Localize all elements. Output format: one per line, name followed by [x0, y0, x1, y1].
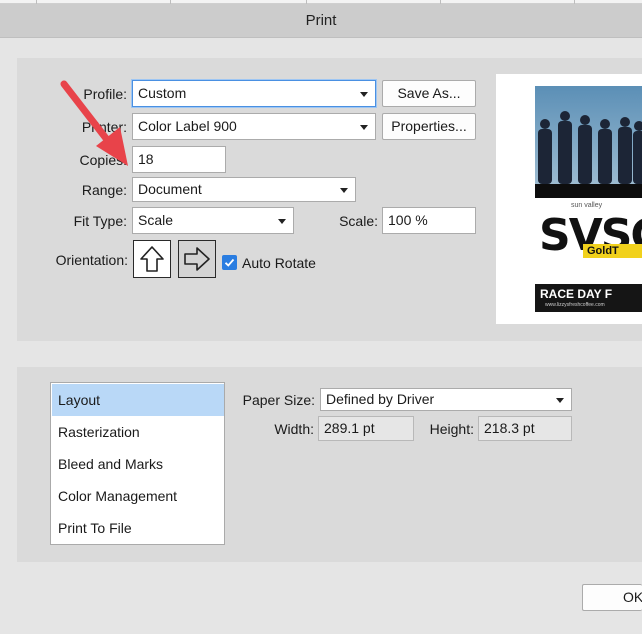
- fit-type-dropdown[interactable]: Scale: [132, 207, 294, 234]
- category-item-color-management[interactable]: Color Management: [52, 480, 224, 512]
- portrait-arrow-icon: [140, 246, 164, 272]
- ok-button[interactable]: OK: [582, 584, 642, 611]
- paper-size-label: Paper Size:: [242, 392, 315, 408]
- profile-label: Profile:: [83, 86, 127, 102]
- preview-banner-text: GoldT: [583, 244, 642, 258]
- scale-label: Scale:: [339, 213, 378, 229]
- height-value: 218.3 pt: [484, 420, 535, 436]
- preview-url-text: www.lizzysfreshcoffee.com: [545, 302, 605, 308]
- fit-type-label: Fit Type:: [73, 213, 127, 229]
- width-label: Width:: [274, 421, 314, 437]
- scale-input[interactable]: 100 %: [382, 207, 476, 234]
- range-label: Range:: [81, 182, 127, 198]
- chevron-down-icon: [556, 398, 564, 403]
- profile-dropdown[interactable]: Custom: [132, 80, 376, 107]
- height-field: 218.3 pt: [478, 416, 572, 441]
- fit-type-value: Scale: [138, 212, 174, 228]
- width-field: 289.1 pt: [318, 416, 414, 441]
- width-value: 289.1 pt: [324, 420, 375, 436]
- range-dropdown[interactable]: Document: [132, 177, 356, 202]
- category-item-layout[interactable]: Layout: [52, 384, 224, 416]
- printer-value: Color Label 900: [138, 118, 237, 134]
- copies-label: Copies:: [79, 152, 127, 168]
- chevron-down-icon: [360, 125, 368, 130]
- preview-footer-text: RACE DAY F: [540, 287, 613, 301]
- portrait-orientation-button[interactable]: [133, 240, 171, 278]
- category-item-bleed-and-marks[interactable]: Bleed and Marks: [52, 448, 224, 480]
- landscape-orientation-button[interactable]: [178, 240, 216, 278]
- scale-value: 100 %: [388, 212, 428, 228]
- landscape-arrow-icon: [184, 247, 210, 271]
- auto-rotate-label: Auto Rotate: [242, 255, 316, 271]
- height-label: Height:: [429, 421, 474, 437]
- printer-dropdown[interactable]: Color Label 900: [132, 113, 376, 140]
- orientation-label: Orientation:: [55, 252, 128, 268]
- category-item-print-to-file[interactable]: Print To File: [52, 512, 224, 544]
- print-preview: sun valley SVSC GoldT RACE DAY F www.liz…: [496, 74, 642, 324]
- chevron-down-icon: [278, 219, 286, 224]
- range-value: Document: [138, 181, 202, 197]
- auto-rotate-checkbox[interactable]: [222, 255, 237, 270]
- preview-image: sun valley SVSC GoldT RACE DAY F www.liz…: [535, 86, 642, 312]
- copies-value: 18: [138, 151, 154, 167]
- chevron-down-icon: [360, 92, 368, 97]
- copies-input[interactable]: 18: [132, 146, 226, 173]
- team-photo-figures: [535, 111, 642, 198]
- paper-size-dropdown[interactable]: Defined by Driver: [320, 388, 572, 411]
- window-title: Print: [305, 12, 337, 29]
- category-list: Layout Rasterization Bleed and Marks Col…: [50, 382, 225, 545]
- properties-button[interactable]: Properties...: [382, 113, 476, 140]
- profile-value: Custom: [138, 85, 187, 101]
- paper-size-value: Defined by Driver: [326, 391, 435, 407]
- save-as-button[interactable]: Save As...: [382, 80, 476, 107]
- title-bar: Print: [0, 4, 642, 38]
- printer-label: Printer:: [81, 119, 127, 135]
- ok-button-label: OK: [623, 589, 642, 605]
- preview-logo-small-text: sun valley: [571, 202, 603, 209]
- chevron-down-icon: [340, 188, 348, 193]
- checkmark-icon: [224, 258, 235, 267]
- category-item-rasterization[interactable]: Rasterization: [52, 416, 224, 448]
